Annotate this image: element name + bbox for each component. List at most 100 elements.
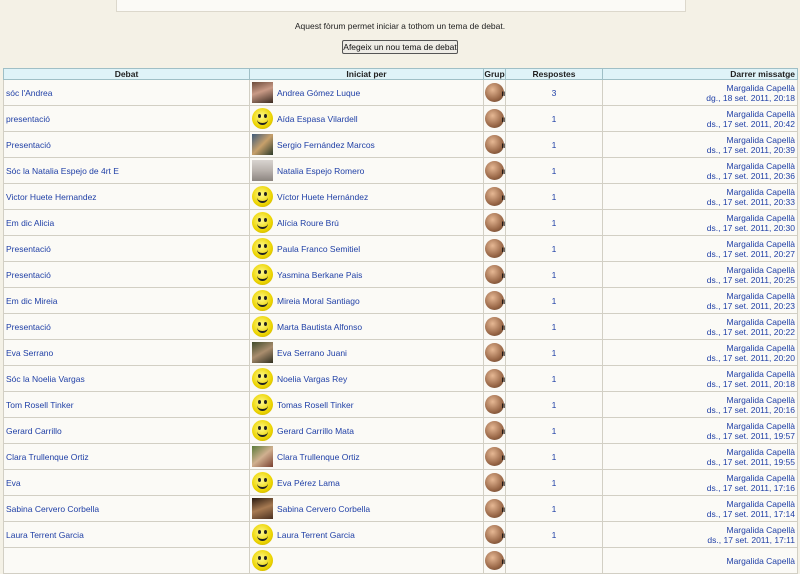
column-header-darrer[interactable]: Darrer missatge [602,68,798,80]
group-icon[interactable] [485,83,505,102]
replies-link[interactable]: 1 [552,296,557,306]
smiley-avatar[interactable] [252,394,273,415]
last-post-user-link[interactable]: Margalida Capellà [726,343,795,353]
discussion-link[interactable]: Presentació [6,322,51,332]
smiley-avatar[interactable] [252,212,273,233]
author-link[interactable]: Tomas Rosell Tinker [277,400,354,410]
smiley-avatar[interactable] [252,472,273,493]
replies-link[interactable]: 1 [552,530,557,540]
group-icon[interactable] [485,395,505,414]
group-icon[interactable] [485,239,505,258]
replies-link[interactable]: 1 [552,348,557,358]
last-post-user-link[interactable]: Margalida Capellà [726,161,795,171]
author-link[interactable]: Víctor Huete Hernández [277,192,368,202]
last-post-date-link[interactable]: ds., 17 set. 2011, 17:14 [707,509,795,519]
author-link[interactable]: Marta Bautista Alfonso [277,322,362,332]
last-post-date-link[interactable]: ds., 17 set. 2011, 19:57 [707,431,795,441]
last-post-date-link[interactable]: ds., 17 set. 2011, 20:20 [707,353,795,363]
last-post-date-link[interactable]: ds., 17 set. 2011, 20:27 [707,249,795,259]
discussion-link[interactable]: Tom Rosell Tinker [6,400,74,410]
smiley-avatar[interactable] [252,108,273,129]
author-link[interactable]: Andrea Gómez Luque [277,88,360,98]
smiley-avatar[interactable] [252,238,273,259]
discussion-link[interactable]: Gerard Carrillo [6,426,62,436]
last-post-user-link[interactable]: Margalida Capellà [726,239,795,249]
group-icon[interactable] [485,161,505,180]
replies-link[interactable]: 1 [552,218,557,228]
author-link[interactable]: Eva Serrano Juani [277,348,347,358]
replies-link[interactable]: 1 [552,504,557,514]
last-post-user-link[interactable]: Margalida Capellà [726,291,795,301]
last-post-user-link[interactable]: Margalida Capellà [726,83,795,93]
last-post-date-link[interactable]: ds., 17 set. 2011, 17:16 [707,483,795,493]
replies-link[interactable]: 1 [552,374,557,384]
group-icon[interactable] [485,213,505,232]
author-link[interactable]: Gerard Carrillo Mata [277,426,354,436]
discussion-link[interactable]: Laura Terrent Garcia [6,530,84,540]
add-discussion-button[interactable]: Afegeix un nou tema de debat [342,40,458,54]
discussion-link[interactable]: Em dic Mireia [6,296,57,306]
smiley-avatar[interactable] [252,420,273,441]
group-icon[interactable] [485,499,505,518]
author-link[interactable]: Natalia Espejo Romero [277,166,364,176]
discussion-link[interactable]: presentació [6,114,50,124]
discussion-link[interactable]: Presentació [6,140,51,150]
discussion-link[interactable]: Eva Serrano [6,348,53,358]
group-icon[interactable] [485,135,505,154]
replies-link[interactable]: 1 [552,270,557,280]
column-header-grup[interactable]: Grup [483,68,506,80]
last-post-user-link[interactable]: Margalida Capellà [726,213,795,223]
last-post-date-link[interactable]: ds., 17 set. 2011, 20:42 [707,119,795,129]
group-icon[interactable] [485,265,505,284]
group-icon[interactable] [485,317,505,336]
last-post-date-link[interactable]: ds., 17 set. 2011, 20:39 [707,145,795,155]
replies-link[interactable]: 1 [552,478,557,488]
last-post-date-link[interactable]: ds., 17 set. 2011, 20:22 [707,327,795,337]
replies-link[interactable]: 1 [552,322,557,332]
group-icon[interactable] [485,343,505,362]
smiley-avatar[interactable] [252,290,273,311]
replies-link[interactable]: 1 [552,400,557,410]
last-post-date-link[interactable]: dg., 18 set. 2011, 20:18 [706,93,795,103]
photo6-avatar[interactable] [252,498,273,519]
group-icon[interactable] [485,447,505,466]
last-post-user-link[interactable]: Margalida Capellà [726,525,795,535]
replies-link[interactable]: 1 [552,140,557,150]
group-icon[interactable] [485,525,505,544]
last-post-date-link[interactable]: ds., 17 set. 2011, 20:33 [707,197,795,207]
group-icon[interactable] [485,551,505,570]
last-post-user-link[interactable]: Margalida Capellà [726,369,795,379]
replies-link[interactable]: 1 [552,426,557,436]
photo3-avatar[interactable] [252,160,273,181]
smiley-avatar[interactable] [252,368,273,389]
replies-link[interactable]: 3 [552,88,557,98]
last-post-user-link[interactable]: Margalida Capellà [726,109,795,119]
author-link[interactable]: Eva Pérez Lama [277,478,340,488]
replies-link[interactable]: 1 [552,114,557,124]
author-link[interactable]: Mireia Moral Santiago [277,296,360,306]
replies-link[interactable]: 1 [552,244,557,254]
last-post-user-link[interactable]: Margalida Capellà [726,317,795,327]
replies-link[interactable]: 1 [552,166,557,176]
discussion-link[interactable]: Eva [6,478,21,488]
last-post-user-link[interactable]: Margalida Capellà [726,556,795,566]
last-post-date-link[interactable]: ds., 17 set. 2011, 17:11 [707,535,795,545]
last-post-date-link[interactable]: ds., 17 set. 2011, 20:23 [707,301,795,311]
smiley-avatar[interactable] [252,524,273,545]
discussion-link[interactable]: Sóc la Natalia Espejo de 4rt E [6,166,119,176]
discussion-link[interactable]: Presentació [6,244,51,254]
photo1-avatar[interactable] [252,82,273,103]
last-post-user-link[interactable]: Margalida Capellà [726,265,795,275]
discussion-link[interactable]: Victor Huete Hernandez [6,192,97,202]
last-post-user-link[interactable]: Margalida Capellà [726,395,795,405]
column-header-respostes[interactable]: Respostes [505,68,603,80]
group-icon[interactable] [485,369,505,388]
group-icon[interactable] [485,421,505,440]
author-link[interactable]: Yasmina Berkane Pais [277,270,362,280]
group-icon[interactable] [485,473,505,492]
column-header-iniciat[interactable]: Iniciat per [249,68,484,80]
last-post-user-link[interactable]: Margalida Capellà [726,421,795,431]
author-link[interactable]: Sabina Cervero Corbella [277,504,370,514]
replies-link[interactable]: 1 [552,452,557,462]
last-post-user-link[interactable]: Margalida Capellà [726,135,795,145]
